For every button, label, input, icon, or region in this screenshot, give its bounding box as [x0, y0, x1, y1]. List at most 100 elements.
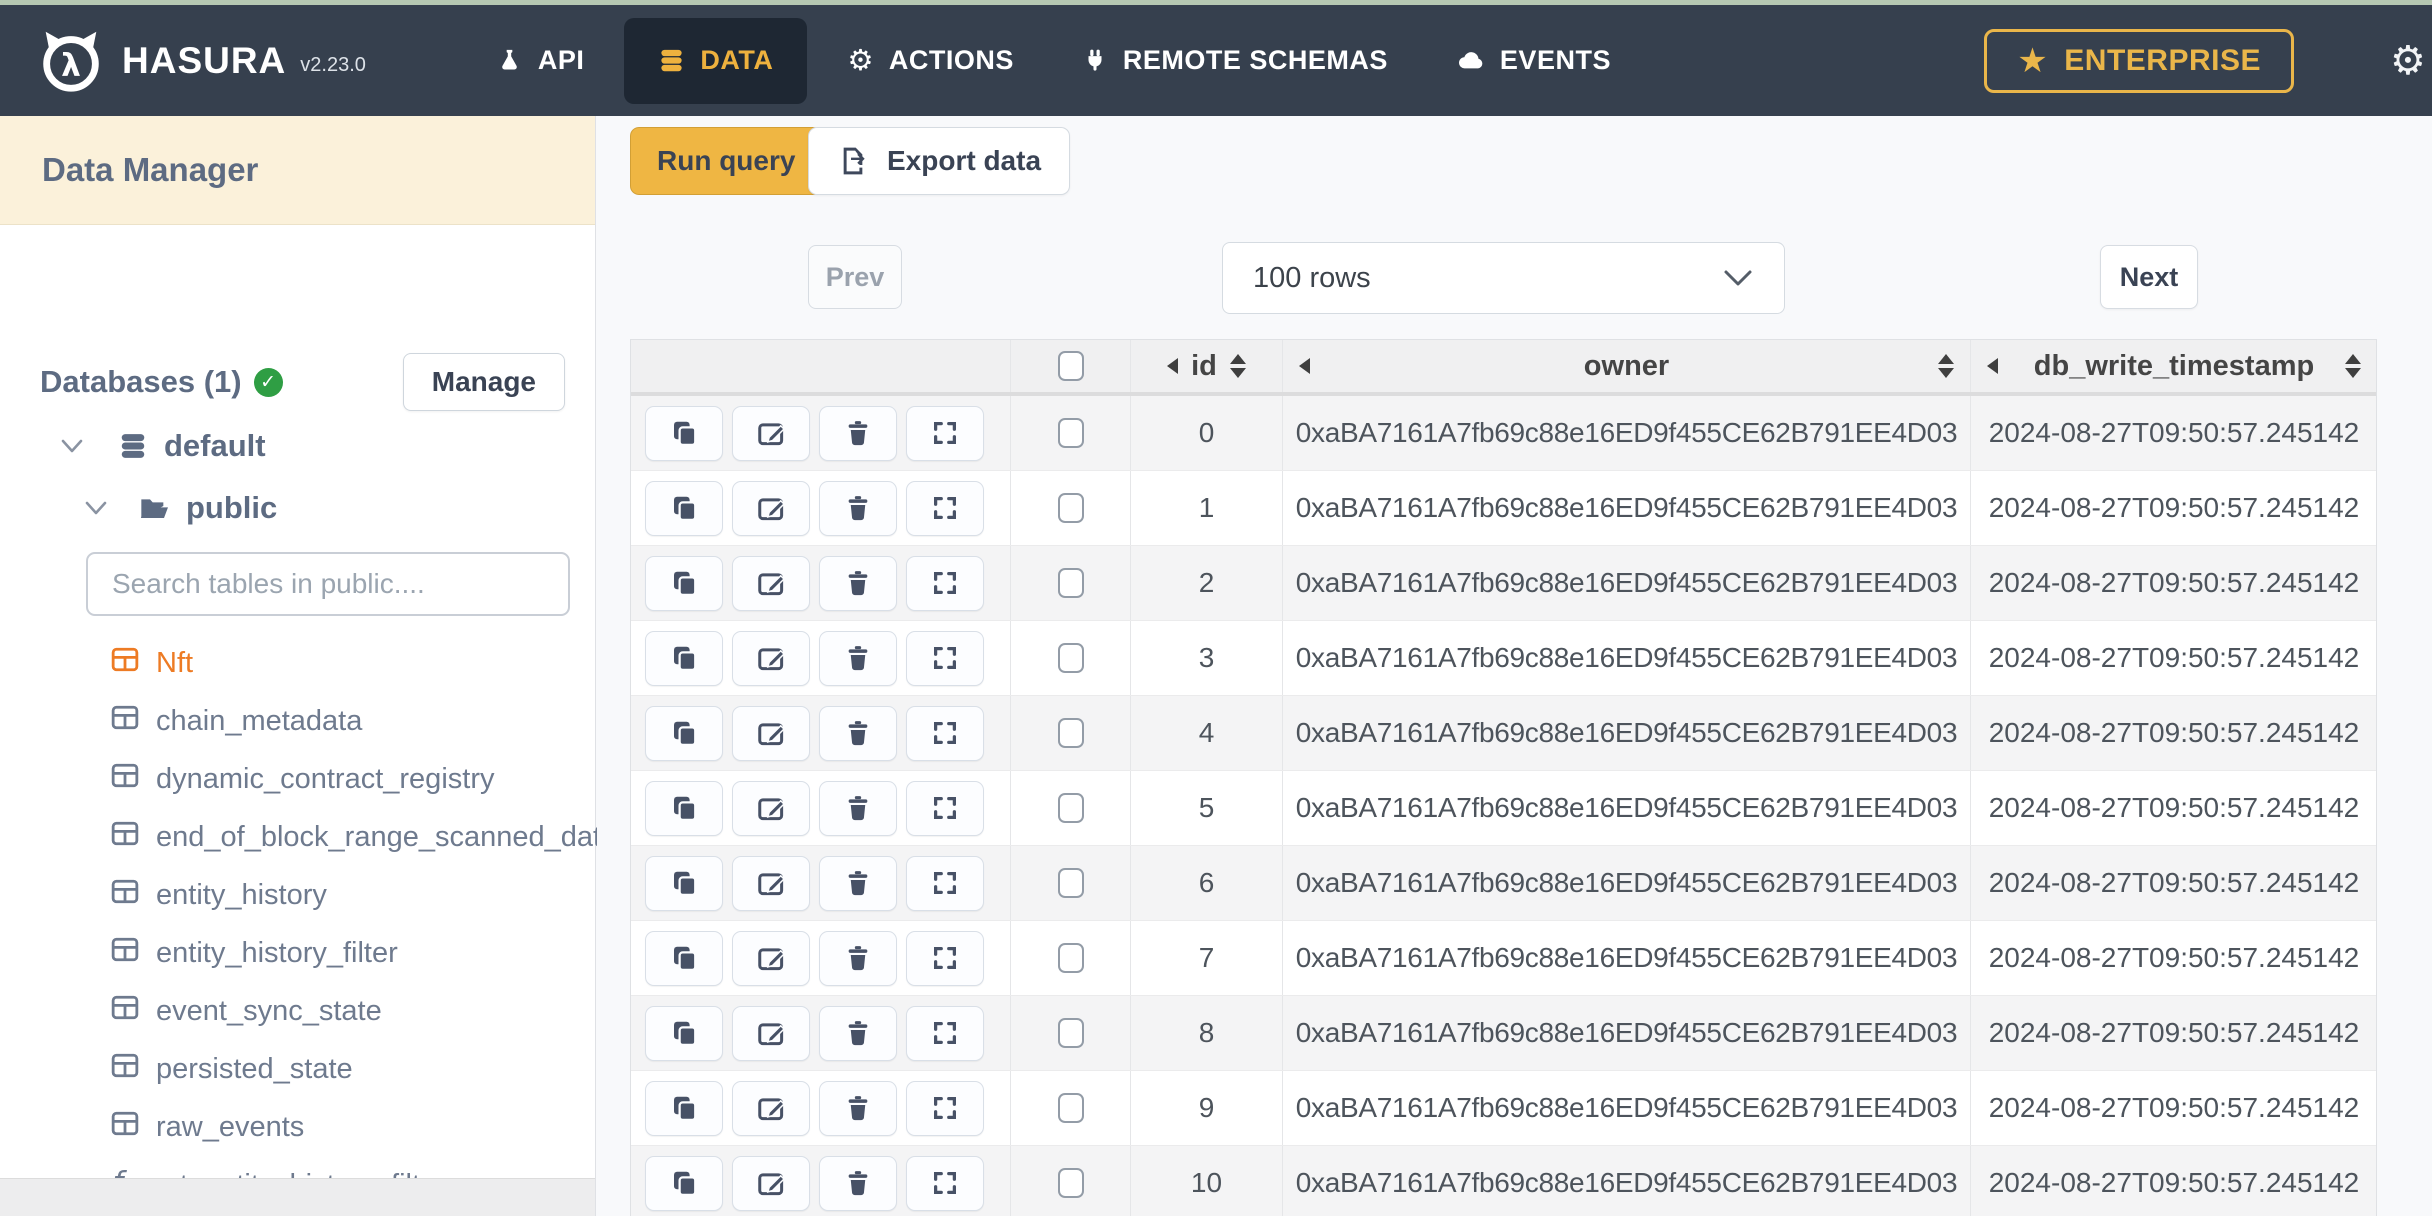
- nav-item-events[interactable]: EVENTS: [1422, 5, 1645, 116]
- expand-row-button[interactable]: [906, 1080, 984, 1136]
- row-checkbox[interactable]: [1057, 868, 1084, 898]
- row-actions-cell: [631, 846, 1011, 920]
- edit-row-button[interactable]: [732, 780, 810, 836]
- expand-row-button[interactable]: [906, 930, 984, 986]
- copy-row-button[interactable]: [645, 855, 723, 911]
- sidebar-table-item[interactable]: dynamic_contract_registry: [0, 750, 595, 808]
- copy-row-button[interactable]: [645, 1155, 723, 1211]
- sidebar-table-item[interactable]: Nft: [0, 634, 595, 692]
- delete-row-button[interactable]: [819, 1155, 897, 1211]
- delete-row-button[interactable]: [819, 780, 897, 836]
- edit-row-button[interactable]: [732, 480, 810, 536]
- expand-row-button[interactable]: [906, 1005, 984, 1061]
- expand-row-button[interactable]: [906, 1155, 984, 1211]
- cell-id: 3: [1131, 621, 1283, 695]
- collapse-column-icon[interactable]: [1987, 358, 1998, 374]
- row-checkbox[interactable]: [1057, 718, 1084, 748]
- edit-row-button[interactable]: [732, 555, 810, 611]
- delete-row-button[interactable]: [819, 630, 897, 686]
- row-checkbox[interactable]: [1057, 1168, 1084, 1198]
- sidebar-table-item[interactable]: end_of_block_range_scanned_data: [0, 808, 617, 866]
- edit-icon: [758, 1023, 786, 1046]
- sidebar-table-item[interactable]: persisted_state: [0, 1040, 595, 1098]
- copy-row-button[interactable]: [645, 705, 723, 761]
- edit-row-button[interactable]: [732, 1080, 810, 1136]
- copy-icon: [674, 496, 697, 521]
- row-checkbox[interactable]: [1057, 943, 1084, 973]
- rows-per-page-select[interactable]: 100 rows: [1222, 242, 1785, 314]
- tree-node-public[interactable]: public: [84, 490, 277, 526]
- expand-row-button[interactable]: [906, 555, 984, 611]
- expand-row-button[interactable]: [906, 780, 984, 836]
- hasura-logo[interactable]: λ HASURA v2.23.0: [34, 24, 366, 98]
- prev-page-button[interactable]: Prev: [808, 245, 902, 309]
- sidebar-table-item[interactable]: entity_history: [0, 866, 595, 924]
- edit-row-button[interactable]: [732, 930, 810, 986]
- sidebar-table-item[interactable]: raw_events: [0, 1098, 595, 1156]
- sidebar-table-item[interactable]: event_sync_state: [0, 982, 595, 1040]
- expand-icon: [934, 1022, 956, 1044]
- delete-row-button[interactable]: [819, 855, 897, 911]
- copy-row-button[interactable]: [645, 1005, 723, 1061]
- row-checkbox[interactable]: [1057, 418, 1084, 448]
- expand-row-button[interactable]: [906, 705, 984, 761]
- delete-row-button[interactable]: [819, 1080, 897, 1136]
- copy-row-button[interactable]: [645, 405, 723, 461]
- export-data-button[interactable]: Export data: [808, 127, 1071, 195]
- next-page-button[interactable]: Next: [2100, 245, 2198, 309]
- cell-timestamp: 2024-08-27T09:50:57.245142: [1988, 792, 2360, 823]
- row-checkbox[interactable]: [1057, 1093, 1084, 1123]
- delete-row-button[interactable]: [819, 405, 897, 461]
- delete-row-button[interactable]: [819, 555, 897, 611]
- search-tables-input[interactable]: [86, 552, 570, 616]
- chevron-down-icon[interactable]: [60, 438, 84, 454]
- row-checkbox[interactable]: [1057, 643, 1084, 673]
- delete-row-button[interactable]: [819, 930, 897, 986]
- sort-icon[interactable]: [2345, 354, 2361, 378]
- export-icon: [843, 147, 865, 175]
- copy-row-button[interactable]: [645, 480, 723, 536]
- cell-owner: 0xaBA7161A7fb69c88e16ED9f455CE62B791EE4D…: [1283, 471, 1971, 545]
- delete-row-button[interactable]: [819, 480, 897, 536]
- copy-row-button[interactable]: [645, 1080, 723, 1136]
- enterprise-button[interactable]: ★ ENTERPRISE: [1984, 28, 2294, 93]
- copy-row-button[interactable]: [645, 930, 723, 986]
- copy-row-button[interactable]: [645, 630, 723, 686]
- run-query-button[interactable]: Run query: [630, 127, 823, 195]
- nav-item-remote-schemas[interactable]: REMOTE SCHEMAS: [1048, 5, 1422, 116]
- tree-node-default[interactable]: default: [60, 428, 266, 464]
- expand-row-button[interactable]: [906, 630, 984, 686]
- manage-button[interactable]: Manage: [402, 353, 565, 411]
- edit-row-button[interactable]: [732, 705, 810, 761]
- copy-row-button[interactable]: [645, 555, 723, 611]
- delete-row-button[interactable]: [819, 705, 897, 761]
- delete-row-button[interactable]: [819, 1005, 897, 1061]
- row-checkbox[interactable]: [1057, 793, 1084, 823]
- edit-icon: [758, 873, 786, 896]
- sort-icon[interactable]: [1938, 354, 1954, 378]
- edit-row-button[interactable]: [732, 1005, 810, 1061]
- collapse-column-icon[interactable]: [1167, 358, 1179, 374]
- edit-row-button[interactable]: [732, 630, 810, 686]
- edit-icon: [758, 1098, 786, 1121]
- edit-row-button[interactable]: [732, 855, 810, 911]
- select-all-checkbox[interactable]: [1057, 351, 1084, 381]
- nav-item-actions[interactable]: ⚙ ACTIONS: [813, 5, 1048, 116]
- sort-icon[interactable]: [1229, 354, 1246, 378]
- expand-row-button[interactable]: [906, 480, 984, 536]
- nav-item-data[interactable]: DATA: [624, 17, 808, 104]
- collapse-column-icon[interactable]: [1299, 358, 1310, 374]
- nav-item-api[interactable]: API: [462, 5, 619, 116]
- expand-row-button[interactable]: [906, 855, 984, 911]
- edit-row-button[interactable]: [732, 1155, 810, 1211]
- row-checkbox[interactable]: [1057, 1018, 1084, 1048]
- sidebar-table-item[interactable]: entity_history_filter: [0, 924, 595, 982]
- copy-row-button[interactable]: [645, 780, 723, 836]
- edit-row-button[interactable]: [732, 405, 810, 461]
- settings-gear-icon[interactable]: ⚙: [2390, 38, 2432, 84]
- chevron-down-icon[interactable]: [84, 500, 108, 516]
- expand-row-button[interactable]: [906, 405, 984, 461]
- sidebar-table-item[interactable]: chain_metadata: [0, 692, 595, 750]
- row-checkbox[interactable]: [1057, 568, 1084, 598]
- row-checkbox[interactable]: [1057, 493, 1084, 523]
